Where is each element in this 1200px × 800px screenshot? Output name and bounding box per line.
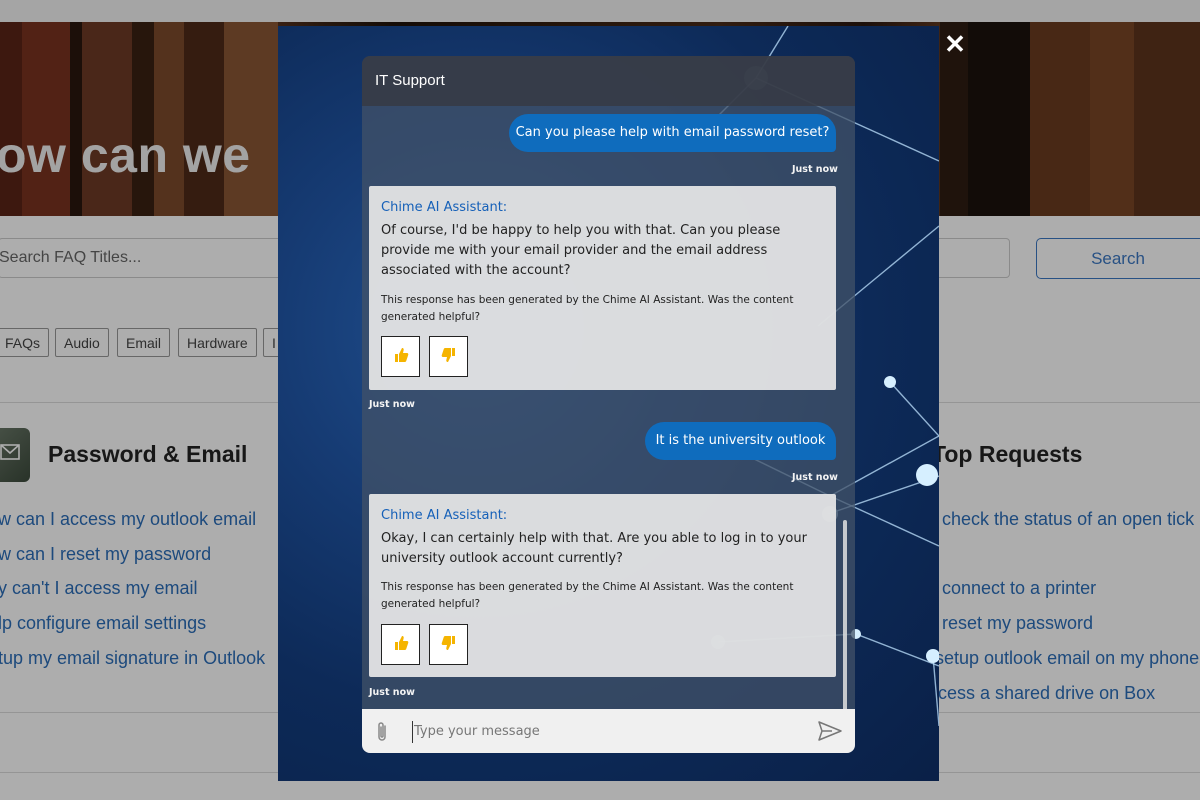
thumbs-up-icon — [394, 348, 408, 362]
message-timestamp: Just now — [369, 399, 415, 410]
chat-messages[interactable]: Can you please help with email password … — [362, 106, 855, 753]
message-timestamp: Just now — [792, 472, 838, 483]
bot-message-text: Okay, I can certainly help with that. Ar… — [381, 531, 807, 566]
thumbs-up-icon — [394, 636, 408, 650]
thumbs-down-button[interactable] — [429, 336, 468, 377]
user-message: Can you please help with email password … — [509, 114, 836, 152]
message-timestamp: Just now — [369, 687, 415, 698]
thumbs-down-button[interactable] — [429, 624, 468, 665]
ai-disclaimer: This response has been generated by the … — [381, 581, 794, 610]
thumbs-up-button[interactable] — [381, 336, 420, 377]
bot-sender-name: Chime AI Assistant: — [381, 508, 508, 523]
chat-title: IT Support — [375, 72, 445, 89]
bot-sender-name: Chime AI Assistant: — [381, 200, 508, 215]
chat-window: IT Support Can you please help with emai… — [362, 56, 855, 753]
send-icon[interactable] — [818, 721, 842, 741]
message-composer: Type your message — [362, 709, 855, 753]
chat-header: IT Support — [362, 56, 855, 106]
bot-message: Chime AI Assistant: Okay, I can certainl… — [369, 494, 836, 677]
thumbs-up-button[interactable] — [381, 624, 420, 665]
close-icon[interactable]: ✕ — [940, 30, 970, 60]
user-message: It is the university outlook — [645, 422, 836, 460]
bot-message-text: Of course, I'd be happy to help you with… — [381, 223, 781, 278]
thumbs-down-icon — [441, 636, 455, 650]
message-timestamp: Just now — [792, 164, 838, 175]
paperclip-icon[interactable] — [374, 720, 390, 744]
message-input[interactable]: Type your message — [412, 721, 792, 743]
bot-message: Chime AI Assistant: Of course, I'd be ha… — [369, 186, 836, 390]
thumbs-down-icon — [441, 348, 455, 362]
ai-disclaimer: This response has been generated by the … — [381, 294, 794, 323]
